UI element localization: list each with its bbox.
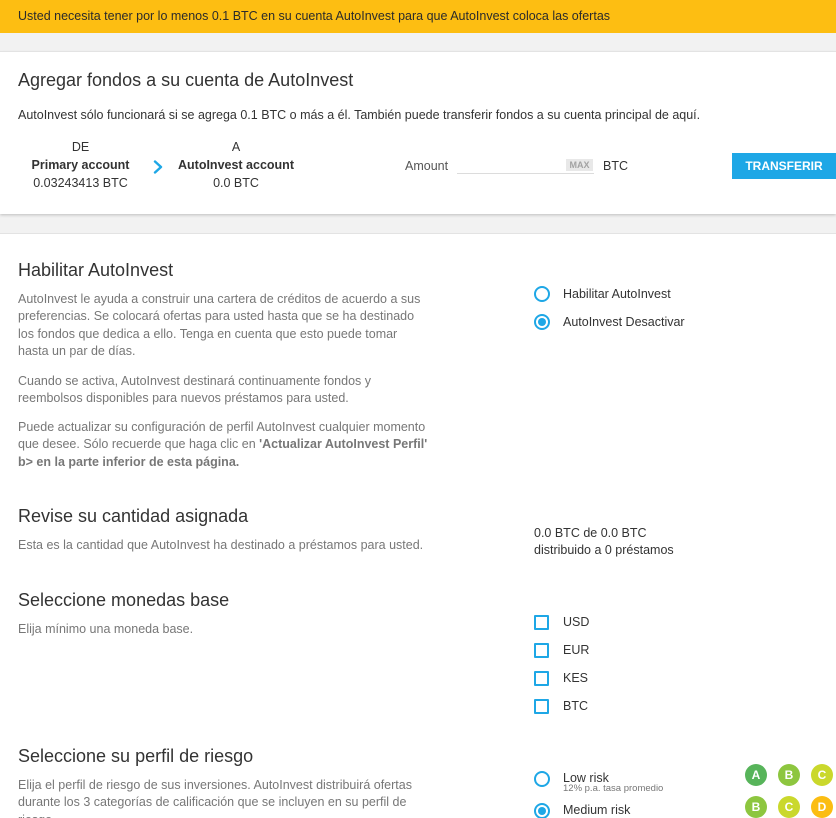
- currency-option-btc[interactable]: BTC: [534, 696, 734, 716]
- allocation-description: Esta es la cantidad que AutoInvest ha de…: [18, 538, 424, 552]
- transfer-button[interactable]: TRANSFERIR: [732, 153, 836, 179]
- enable-paragraph-2: Cuando se activa, AutoInvest destinará c…: [18, 374, 372, 406]
- warning-banner: Usted necesita tener por lo menos 0.1 BT…: [0, 0, 836, 33]
- risk-option-low[interactable]: Low risk 12% p.a. tasa promedio: [534, 769, 734, 799]
- autoinvest-page: Usted necesita tener por lo menos 0.1 BT…: [0, 0, 836, 818]
- enable-on-radio[interactable]: [534, 286, 550, 302]
- currencies-description: Elija mínimo una moneda base.: [18, 622, 194, 636]
- currency-option-eur[interactable]: EUR: [534, 640, 734, 660]
- low-risk-radio[interactable]: [534, 771, 550, 787]
- to-account: A AutoInvest account 0.0 BTC: [166, 138, 306, 192]
- risk-description: Elija el perfil de riesgo de sus inversi…: [18, 778, 412, 818]
- enable-off-radio[interactable]: [534, 314, 550, 330]
- add-funds-card: Agregar fondos a su cuenta de AutoInvest…: [0, 52, 836, 214]
- add-funds-title: Agregar fondos a su cuenta de AutoInvest: [18, 70, 354, 90]
- grade-badge: B: [778, 764, 800, 786]
- amount-currency: BTC: [603, 159, 628, 173]
- risk-option-medium[interactable]: Medium risk: [534, 801, 734, 818]
- medium-risk-label[interactable]: Medium risk: [563, 802, 630, 818]
- currency-option-kes[interactable]: KES: [534, 668, 734, 688]
- enable-off-label[interactable]: AutoInvest Desactivar: [563, 314, 685, 330]
- medium-risk-grades: B C D: [745, 796, 833, 818]
- currencies-title: Seleccione monedas base: [18, 590, 230, 610]
- grade-badge: B: [745, 796, 767, 818]
- currency-option-usd[interactable]: USD: [534, 612, 734, 632]
- autoinvest-settings: Habilitar AutoInvest AutoInvest le ayuda…: [0, 234, 836, 818]
- usd-label[interactable]: USD: [563, 614, 589, 630]
- allocation-loans: distribuido a 0 préstamos: [534, 543, 674, 558]
- allocation-summary: 0.0 BTC de 0.0 BTC distribuido a 0 prést…: [534, 525, 674, 560]
- from-label: DE: [71, 140, 90, 154]
- from-account-name: Primary account: [31, 158, 130, 172]
- medium-risk-radio[interactable]: [534, 803, 550, 818]
- btc-checkbox[interactable]: [534, 699, 549, 714]
- eur-checkbox[interactable]: [534, 643, 549, 658]
- enable-paragraph-3: Puede actualizar su configuración de per…: [18, 419, 430, 471]
- kes-checkbox[interactable]: [534, 671, 549, 686]
- grade-badge: C: [811, 764, 833, 786]
- enable-paragraph-1: AutoInvest le ayuda a construir una cart…: [18, 292, 421, 358]
- grade-badge: A: [745, 764, 767, 786]
- from-account-balance: 0.03243413 BTC: [33, 176, 128, 190]
- enable-on-label[interactable]: Habilitar AutoInvest: [563, 286, 671, 302]
- to-account-balance: 0.0 BTC: [213, 176, 259, 190]
- from-account: DE Primary account 0.03243413 BTC: [10, 138, 151, 192]
- to-label: A: [231, 140, 241, 154]
- enable-title: Habilitar AutoInvest: [18, 260, 174, 280]
- allocation-amount: 0.0 BTC de 0.0 BTC: [534, 526, 647, 540]
- risk-title: Seleccione su perfil de riesgo: [18, 746, 254, 766]
- max-button[interactable]: MAX: [566, 159, 593, 171]
- banner-text: Usted necesita tener por lo menos 0.1 BT…: [18, 9, 611, 23]
- usd-checkbox[interactable]: [534, 615, 549, 630]
- kes-label[interactable]: KES: [563, 670, 588, 686]
- allocation-title: Revise su cantidad asignada: [18, 506, 249, 526]
- low-risk-grades: A B C: [745, 764, 833, 786]
- grade-badge: D: [811, 796, 833, 818]
- to-account-name: AutoInvest account: [178, 158, 294, 172]
- eur-label[interactable]: EUR: [563, 642, 589, 658]
- enable-option-on[interactable]: Habilitar AutoInvest: [534, 284, 734, 304]
- add-funds-description: AutoInvest sólo funcionará si se agrega …: [18, 108, 701, 122]
- amount-label: Amount: [405, 159, 449, 173]
- enable-option-off[interactable]: AutoInvest Desactivar: [534, 312, 734, 332]
- chevron-right-icon: [153, 160, 163, 174]
- low-risk-note: 12% p.a. tasa promedio: [563, 783, 664, 794]
- grade-badge: C: [778, 796, 800, 818]
- btc-label[interactable]: BTC: [563, 698, 588, 714]
